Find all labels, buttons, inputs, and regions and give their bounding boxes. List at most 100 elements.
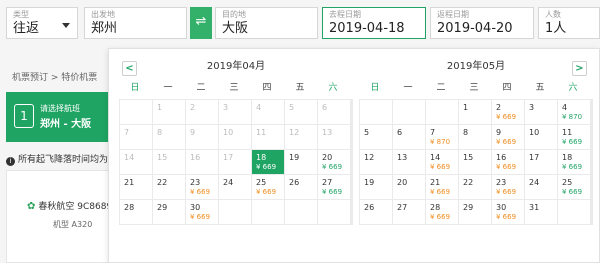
calendar-day[interactable]: 2 [186, 100, 218, 124]
calendar-day[interactable]: 27 [393, 200, 425, 224]
calendar-day[interactable]: 8 [153, 125, 185, 149]
calendar-day[interactable]: 9 [186, 125, 218, 149]
calendar-day[interactable]: 9 ¥ 669 [492, 125, 524, 149]
calendar-day[interactable]: 26 [285, 175, 317, 199]
swap-cities-button[interactable]: ⇌ [190, 7, 212, 39]
route-step-number: 1 [14, 104, 34, 128]
calendar-day[interactable]: 29 [153, 200, 185, 224]
weekday-sat: 六 [328, 83, 338, 93]
calendar-day[interactable]: 16 [186, 150, 218, 174]
calendar-day[interactable]: 6 [393, 125, 425, 149]
day-number: 21 [124, 178, 135, 187]
calendar-day[interactable]: 10 [525, 125, 557, 149]
calendar-day[interactable]: 28 ¥ 669 [426, 200, 458, 224]
month-title: 2019年04月 [206, 61, 266, 72]
day-number: 16 [190, 153, 201, 162]
day-number: 8 [463, 128, 469, 137]
day-number: 7 [124, 128, 130, 137]
calendar-day[interactable]: 3 [219, 100, 251, 124]
day-price: ¥ 669 [190, 213, 211, 221]
calendar-empty-cell [360, 100, 392, 124]
flight-search-bar: 类型 往返 出发地 郑州 ⇌ 目的地 大阪 去程日期 2019-04-18 返程… [0, 0, 600, 45]
calendar-day[interactable]: 15 [459, 150, 491, 174]
calendar-day[interactable]: 22 [459, 175, 491, 199]
day-price: ¥ 669 [496, 213, 517, 221]
calendar-day[interactable]: 20 ¥ 669 [318, 150, 350, 174]
calendar-day[interactable]: 13 [393, 150, 425, 174]
calendar-day[interactable]: 14 ¥ 669 [426, 150, 458, 174]
depart-date-field[interactable]: 去程日期 2019-04-18 [322, 7, 426, 39]
day-number: 4 [562, 103, 568, 112]
day-number: 12 [289, 128, 300, 137]
day-number: 25 [256, 178, 267, 187]
calendar-day[interactable]: 8 [459, 125, 491, 149]
calendar-day[interactable]: 18 ¥ 669 [558, 150, 590, 174]
day-grid-april: 1 2 3 4 5 6 7 8 9 10 11 12 13 14 15 16 17 18 ¥ 669 19 20 ¥ 66… [119, 99, 353, 225]
calendar-day[interactable]: 17 [525, 150, 557, 174]
day-number: 16 [496, 153, 507, 162]
calendar-day[interactable]: 4 [252, 100, 284, 124]
calendar-day[interactable]: 12 [360, 150, 392, 174]
calendar-empty-cell [426, 100, 458, 124]
calendar-day[interactable]: 11 [252, 125, 284, 149]
calendar-day[interactable]: 23 ¥ 669 [492, 175, 524, 199]
calendar-day[interactable]: 28 [120, 200, 152, 224]
calendar-day[interactable]: 17 [219, 150, 251, 174]
calendar-day[interactable]: 31 [525, 200, 557, 224]
day-number: 10 [529, 128, 540, 137]
calendar-day[interactable]: 25 ¥ 669 [558, 175, 590, 199]
month-panel-may: 2019年05月 日 一 二 三 四 五 六 1 2 ¥ 669 3 4 ¥ 870 5 6 7… [359, 55, 593, 225]
calendar-day[interactable]: 21 ¥ 669 [426, 175, 458, 199]
day-number: 5 [289, 103, 295, 112]
calendar-day[interactable]: 27 ¥ 669 [318, 175, 350, 199]
day-price: ¥ 669 [562, 163, 583, 171]
calendar-day[interactable]: 7 [120, 125, 152, 149]
calendar-day[interactable]: 24 [219, 175, 251, 199]
calendar-day[interactable]: 21 [120, 175, 152, 199]
calendar-day[interactable]: 10 [219, 125, 251, 149]
route-step-card[interactable]: 1 请选择航班 郑州 - 大阪 [6, 92, 110, 142]
aircraft-type: 机型 A320 [53, 220, 93, 229]
return-date-value: 2019-04-20 [437, 21, 513, 36]
calendar-day[interactable]: 15 [153, 150, 185, 174]
calendar-day[interactable]: 16 ¥ 669 [492, 150, 524, 174]
flight-card[interactable]: ✿ 春秋航空 9C8689 机型 A320 [6, 170, 112, 263]
trip-type-select[interactable]: 类型 往返 [6, 7, 78, 39]
return-date-field[interactable]: 返程日期 2019-04-20 [430, 7, 534, 39]
calendar-day[interactable]: 13 [318, 125, 350, 149]
calendar-day[interactable]: 29 [459, 200, 491, 224]
calendar-day[interactable]: 24 [525, 175, 557, 199]
calendar-day[interactable]: 4 ¥ 870 [558, 100, 590, 124]
calendar-day[interactable]: 20 [393, 175, 425, 199]
calendar-day[interactable]: 7 ¥ 870 [426, 125, 458, 149]
route-step-title: 郑州 - 大阪 [40, 119, 92, 130]
weekday-thu: 四 [502, 83, 512, 93]
calendar-day[interactable]: 30 ¥ 669 [186, 200, 218, 224]
calendar-day[interactable]: 1 [459, 100, 491, 124]
day-number: 6 [322, 103, 328, 112]
departure-city-value: 郑州 [91, 21, 118, 36]
calendar-day[interactable]: 1 [153, 100, 185, 124]
weekday-fri: 五 [535, 83, 545, 93]
arrival-city-field[interactable]: 目的地 大阪 [215, 7, 318, 39]
calendar-day[interactable]: 11 ¥ 669 [558, 125, 590, 149]
day-number: 28 [430, 203, 441, 212]
calendar-day[interactable]: 30 ¥ 669 [492, 200, 524, 224]
calendar-day[interactable]: 25 ¥ 669 [252, 175, 284, 199]
calendar-day[interactable]: 19 [285, 150, 317, 174]
calendar-day[interactable]: 23 ¥ 669 [186, 175, 218, 199]
calendar-day[interactable]: 6 [318, 100, 350, 124]
calendar-day[interactable]: 19 [360, 175, 392, 199]
day-number: 13 [397, 153, 408, 162]
calendar-day[interactable]: 22 [153, 175, 185, 199]
calendar-day[interactable]: 5 [285, 100, 317, 124]
calendar-day[interactable]: 12 [285, 125, 317, 149]
calendar-day[interactable]: 14 [120, 150, 152, 174]
departure-city-field[interactable]: 出发地 郑州 [84, 7, 187, 39]
calendar-day[interactable]: 5 [360, 125, 392, 149]
passenger-count-select[interactable]: 人数 1人 [538, 7, 600, 39]
calendar-day[interactable]: 26 [360, 200, 392, 224]
calendar-day[interactable]: 2 ¥ 669 [492, 100, 524, 124]
calendar-day[interactable]: 18 ¥ 669 [252, 150, 284, 174]
calendar-day[interactable]: 3 [525, 100, 557, 124]
